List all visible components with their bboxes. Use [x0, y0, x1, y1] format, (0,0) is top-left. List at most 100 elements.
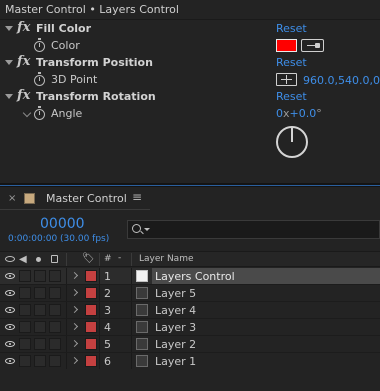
twirl-down-icon[interactable] — [22, 108, 32, 118]
column-separator — [99, 353, 100, 369]
audio-toggle[interactable] — [19, 338, 31, 350]
chevron-right-icon[interactable] — [70, 288, 79, 297]
layer-row[interactable]: 5 Layer 2 — [0, 336, 380, 353]
panel-header: Master Control • Layers Control — [0, 0, 380, 20]
lock-toggle[interactable] — [49, 270, 61, 282]
angle-value[interactable]: 0x+0.0° — [276, 107, 322, 120]
fx-icon[interactable]: fx — [17, 54, 30, 69]
solo-toggle[interactable] — [34, 270, 46, 282]
column-layer-name[interactable]: Layer Name — [139, 254, 194, 264]
layer-row[interactable]: 3 Layer 4 — [0, 302, 380, 319]
layer-row[interactable]: 2 Layer 5 — [0, 285, 380, 302]
label-icon[interactable]: 🏷 — [82, 253, 95, 264]
angle-revolutions[interactable]: 0 — [276, 107, 283, 120]
layer-name[interactable]: Layer 3 — [152, 319, 380, 335]
effect-controls-panel: Master Control • Layers Control fx Fill … — [0, 0, 380, 183]
column-separator — [66, 353, 67, 369]
solo-toggle[interactable] — [34, 304, 46, 316]
layer-source-icon — [136, 321, 148, 333]
column-separator — [131, 302, 132, 318]
chevron-right-icon[interactable] — [70, 339, 79, 348]
effect-name: Transform Position — [36, 56, 153, 69]
audio-toggle[interactable] — [19, 321, 31, 333]
layer-row[interactable]: 1 Layers Control — [0, 268, 380, 285]
layer-row[interactable]: 4 Layer 3 — [0, 319, 380, 336]
solo-icon[interactable] — [36, 257, 41, 262]
solo-toggle[interactable] — [34, 287, 46, 299]
solo-toggle[interactable] — [34, 338, 46, 350]
twirl-down-icon[interactable] — [5, 60, 13, 65]
solo-toggle[interactable] — [34, 355, 46, 367]
eye-icon[interactable] — [5, 256, 15, 262]
reset-button[interactable]: Reset — [276, 90, 307, 103]
search-input[interactable] — [127, 220, 380, 239]
layer-number: 4 — [104, 321, 111, 334]
lock-icon[interactable] — [51, 255, 58, 263]
point-value[interactable]: 960.0,540.0,0.0 — [303, 74, 380, 87]
fx-icon[interactable]: fx — [17, 88, 30, 103]
effect-fill-color[interactable]: fx Fill Color Reset — [0, 20, 380, 38]
audio-toggle[interactable] — [19, 355, 31, 367]
label-color-swatch[interactable] — [85, 338, 97, 350]
eyedropper-icon[interactable] — [301, 39, 324, 52]
angle-degrees[interactable]: +0.0 — [290, 107, 317, 120]
chevron-right-icon[interactable] — [70, 356, 79, 365]
effect-transform-rotation[interactable]: fx Transform Rotation Reset — [0, 88, 380, 106]
panel-menu-icon[interactable]: ≡ — [132, 190, 142, 204]
lock-toggle[interactable] — [49, 321, 61, 333]
layer-name[interactable]: Layer 2 — [152, 336, 380, 352]
layer-name[interactable]: Layer 5 — [152, 285, 380, 301]
twirl-down-icon[interactable] — [5, 94, 13, 99]
tab-title[interactable]: Master Control — [46, 192, 127, 205]
stopwatch-icon[interactable] — [34, 72, 45, 86]
property-name: 3D Point — [51, 73, 98, 86]
solo-toggle[interactable] — [34, 321, 46, 333]
chevron-right-icon[interactable] — [70, 322, 79, 331]
layer-source-icon — [136, 270, 148, 282]
reset-button[interactable]: Reset — [276, 22, 307, 35]
effect-transform-position[interactable]: fx Transform Position Reset — [0, 54, 380, 72]
angle-dial[interactable] — [276, 126, 308, 158]
eye-icon[interactable] — [5, 307, 15, 313]
column-separator — [66, 319, 67, 335]
audio-icon[interactable]: ◀ — [19, 254, 27, 265]
lock-toggle[interactable] — [49, 287, 61, 299]
fx-icon[interactable]: fx — [17, 20, 30, 35]
audio-toggle[interactable] — [19, 304, 31, 316]
eye-icon[interactable] — [5, 290, 15, 296]
column-number[interactable]: # — [104, 254, 112, 264]
lock-toggle[interactable] — [49, 355, 61, 367]
chevron-down-icon[interactable] — [144, 228, 150, 231]
lock-toggle[interactable] — [49, 304, 61, 316]
chevron-right-icon[interactable] — [70, 305, 79, 314]
layer-name[interactable]: Layer 1 — [152, 353, 380, 369]
close-icon[interactable]: × — [8, 193, 16, 204]
label-color-swatch[interactable] — [85, 270, 97, 282]
lock-toggle[interactable] — [49, 338, 61, 350]
layer-name[interactable]: Layer 4 — [152, 302, 380, 318]
color-swatch[interactable] — [276, 39, 297, 52]
stopwatch-icon[interactable] — [34, 38, 45, 52]
eye-icon[interactable] — [5, 358, 15, 364]
timecode[interactable]: 00000 — [40, 216, 85, 232]
label-color-swatch[interactable] — [85, 321, 97, 333]
label-color-swatch[interactable] — [85, 304, 97, 316]
layer-number: 2 — [104, 287, 111, 300]
timeline-empty-area[interactable] — [0, 369, 380, 391]
eye-icon[interactable] — [5, 341, 15, 347]
audio-toggle[interactable] — [19, 287, 31, 299]
point-picker-icon[interactable] — [276, 73, 297, 86]
reset-button[interactable]: Reset — [276, 56, 307, 69]
chevron-right-icon[interactable] — [70, 271, 79, 280]
stopwatch-icon[interactable] — [34, 106, 45, 120]
layer-name[interactable]: Layers Control — [152, 268, 380, 284]
twirl-down-icon[interactable] — [5, 26, 13, 31]
layer-row[interactable]: 6 Layer 1 — [0, 353, 380, 370]
label-color-swatch[interactable] — [85, 287, 97, 299]
label-color-swatch[interactable] — [85, 355, 97, 367]
eye-icon[interactable] — [5, 273, 15, 279]
search-icon[interactable] — [132, 224, 141, 233]
column-separator — [66, 253, 67, 266]
eye-icon[interactable] — [5, 324, 15, 330]
audio-toggle[interactable] — [19, 270, 31, 282]
